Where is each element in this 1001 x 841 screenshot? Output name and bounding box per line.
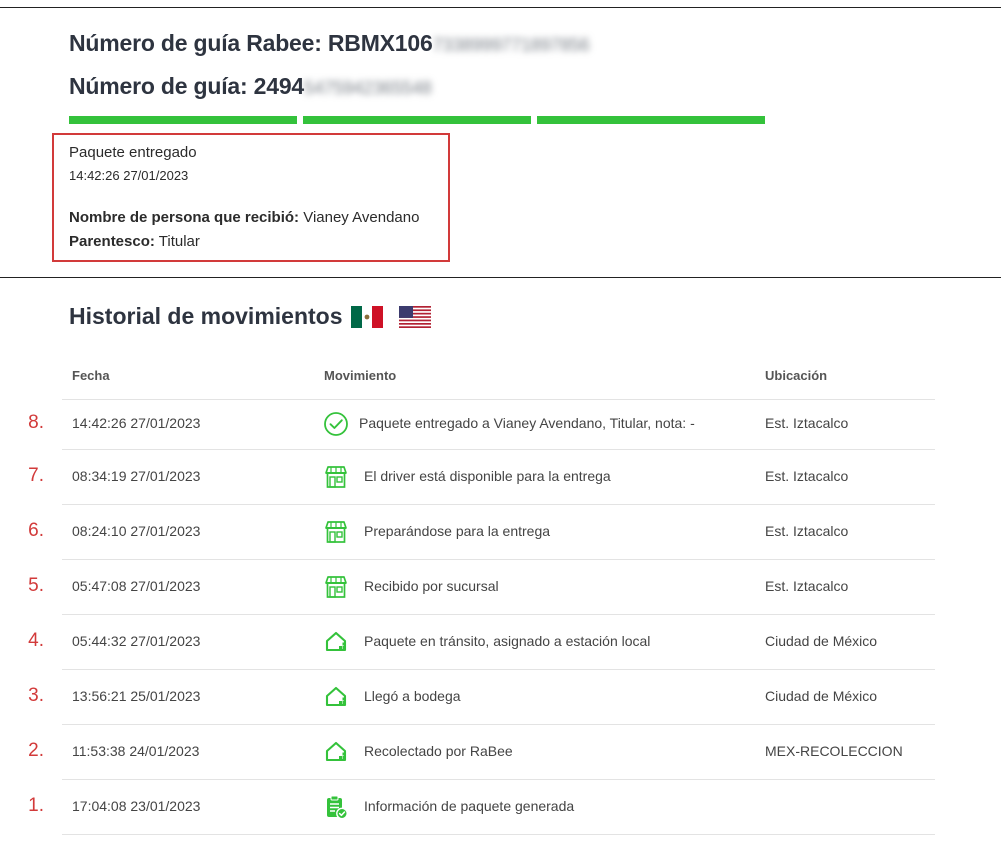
table-bottom-line xyxy=(62,834,935,835)
section-divider xyxy=(0,277,1001,278)
row-location: MEX-RECOLECCION xyxy=(765,743,903,759)
row-movement: Paquete en tránsito, asignado a estación… xyxy=(364,633,651,649)
row-date: 05:44:32 27/01/2023 xyxy=(72,633,201,649)
warehouse-icon xyxy=(323,739,349,765)
history-title: Historial de movimientos xyxy=(69,303,343,329)
table-row: 2. 11:53:38 24/01/2023 Recolectado por RaB… xyxy=(0,724,1001,779)
row-location: Ciudad de México xyxy=(765,688,878,704)
guide-tracking-redacted: 5475942365548 xyxy=(304,78,432,98)
row-annotation-number: 4. xyxy=(28,630,44,651)
row-separator xyxy=(62,779,935,780)
status-timestamp: 14:42:26 27/01/2023 xyxy=(69,168,189,183)
row-movement: El driver está disponible para la entreg… xyxy=(364,468,611,484)
table-row: 7. 08:34:19 27/01/2023 El driver está disp… xyxy=(0,449,1001,504)
column-header-date: Fecha xyxy=(72,368,110,383)
row-movement: Llegó a bodega xyxy=(364,688,461,704)
progress-step-2 xyxy=(303,116,531,124)
store-icon xyxy=(323,464,349,490)
row-separator xyxy=(62,399,935,400)
row-movement: Paquete entregado a Vianey Avendano, Tit… xyxy=(359,415,695,431)
row-movement: Recibido por sucursal xyxy=(364,578,499,594)
row-location: Ciudad de México xyxy=(765,633,878,649)
row-separator xyxy=(62,504,935,505)
table-row: 3. 13:56:21 25/01/2023 Llegó a bodega Ciuda… xyxy=(0,669,1001,724)
delivery-status-box: Paquete entregado 14:42:26 27/01/2023 No… xyxy=(52,133,450,262)
relation-line: Parentesco: Titular xyxy=(69,233,200,250)
row-separator xyxy=(62,559,935,560)
clipboard-check-icon xyxy=(323,794,349,820)
rabee-tracking-number: Número de guía Rabee: RBMX10673389997718… xyxy=(69,30,590,57)
row-date: 05:47:08 27/01/2023 xyxy=(72,578,201,594)
table-row: 8. 14:42:26 27/01/2023 Paquete entregado a… xyxy=(0,399,1001,449)
table-row: 6. 08:24:10 27/01/2023 Preparándose para l… xyxy=(0,504,1001,559)
row-location: Est. Iztacalco xyxy=(765,415,849,431)
row-date: 11:53:38 24/01/2023 xyxy=(72,743,200,759)
rabee-tracking-redacted: 7338999771897856 xyxy=(432,35,590,55)
row-movement: Preparándose para la entrega xyxy=(364,523,551,539)
table-row: 5. 05:47:08 27/01/2023 Recibido por sucurs… xyxy=(0,559,1001,614)
progress-step-3 xyxy=(537,116,765,124)
usa-flag-icon[interactable] xyxy=(399,306,431,328)
row-date: 17:04:08 23/01/2023 xyxy=(72,798,201,814)
mexico-flag-icon[interactable] xyxy=(351,306,383,328)
row-annotation-number: 6. xyxy=(28,520,44,541)
row-location: Est. Iztacalco xyxy=(765,468,849,484)
store-icon xyxy=(323,519,349,545)
row-annotation-number: 5. xyxy=(28,575,44,596)
row-annotation-number: 8. xyxy=(28,412,44,433)
row-annotation-number: 1. xyxy=(28,795,44,816)
row-movement: Recolectado por RaBee xyxy=(364,743,513,759)
row-location: Est. Iztacalco xyxy=(765,578,849,594)
row-separator xyxy=(62,724,935,725)
status-title: Paquete entregado xyxy=(69,144,197,161)
table-row: 1. 17:04:08 23/01/2023 Información de paqu… xyxy=(0,779,1001,834)
row-date: 14:42:26 27/01/2023 xyxy=(72,415,201,431)
row-date: 08:24:10 27/01/2023 xyxy=(72,523,201,539)
row-date: 13:56:21 25/01/2023 xyxy=(72,688,201,704)
relation-label: Parentesco: xyxy=(69,233,155,250)
column-header-movement: Movimiento xyxy=(324,368,397,383)
row-separator xyxy=(62,669,935,670)
row-separator xyxy=(62,449,935,450)
guide-tracking-label: Número de guía: 2494 xyxy=(69,73,305,99)
row-separator xyxy=(62,614,935,615)
top-divider xyxy=(0,7,1001,8)
row-annotation-number: 7. xyxy=(28,465,44,486)
receiver-label: Nombre de persona que recibió: xyxy=(69,209,300,226)
check-circle-icon xyxy=(323,411,349,437)
row-location: Est. Iztacalco xyxy=(765,523,849,539)
column-header-location: Ubicación xyxy=(765,368,828,383)
receiver-line: Nombre de persona que recibió: Vianey Av… xyxy=(69,209,419,226)
rabee-tracking-label: Número de guía Rabee: RBMX106 xyxy=(69,30,433,56)
row-date: 08:34:19 27/01/2023 xyxy=(72,468,201,484)
row-annotation-number: 2. xyxy=(28,740,44,761)
row-movement: Información de paquete generada xyxy=(364,798,575,814)
relation-value: Titular xyxy=(158,233,200,250)
warehouse-icon xyxy=(323,684,349,710)
table-row: 4. 05:44:32 27/01/2023 Paquete en tránsito… xyxy=(0,614,1001,669)
guide-tracking-number: Número de guía: 24945475942365548 xyxy=(69,73,432,100)
receiver-value: Vianey Avendano xyxy=(303,209,420,226)
progress-step-1 xyxy=(69,116,297,124)
row-annotation-number: 3. xyxy=(28,685,44,706)
warehouse-icon xyxy=(323,629,349,655)
store-icon xyxy=(323,574,349,600)
